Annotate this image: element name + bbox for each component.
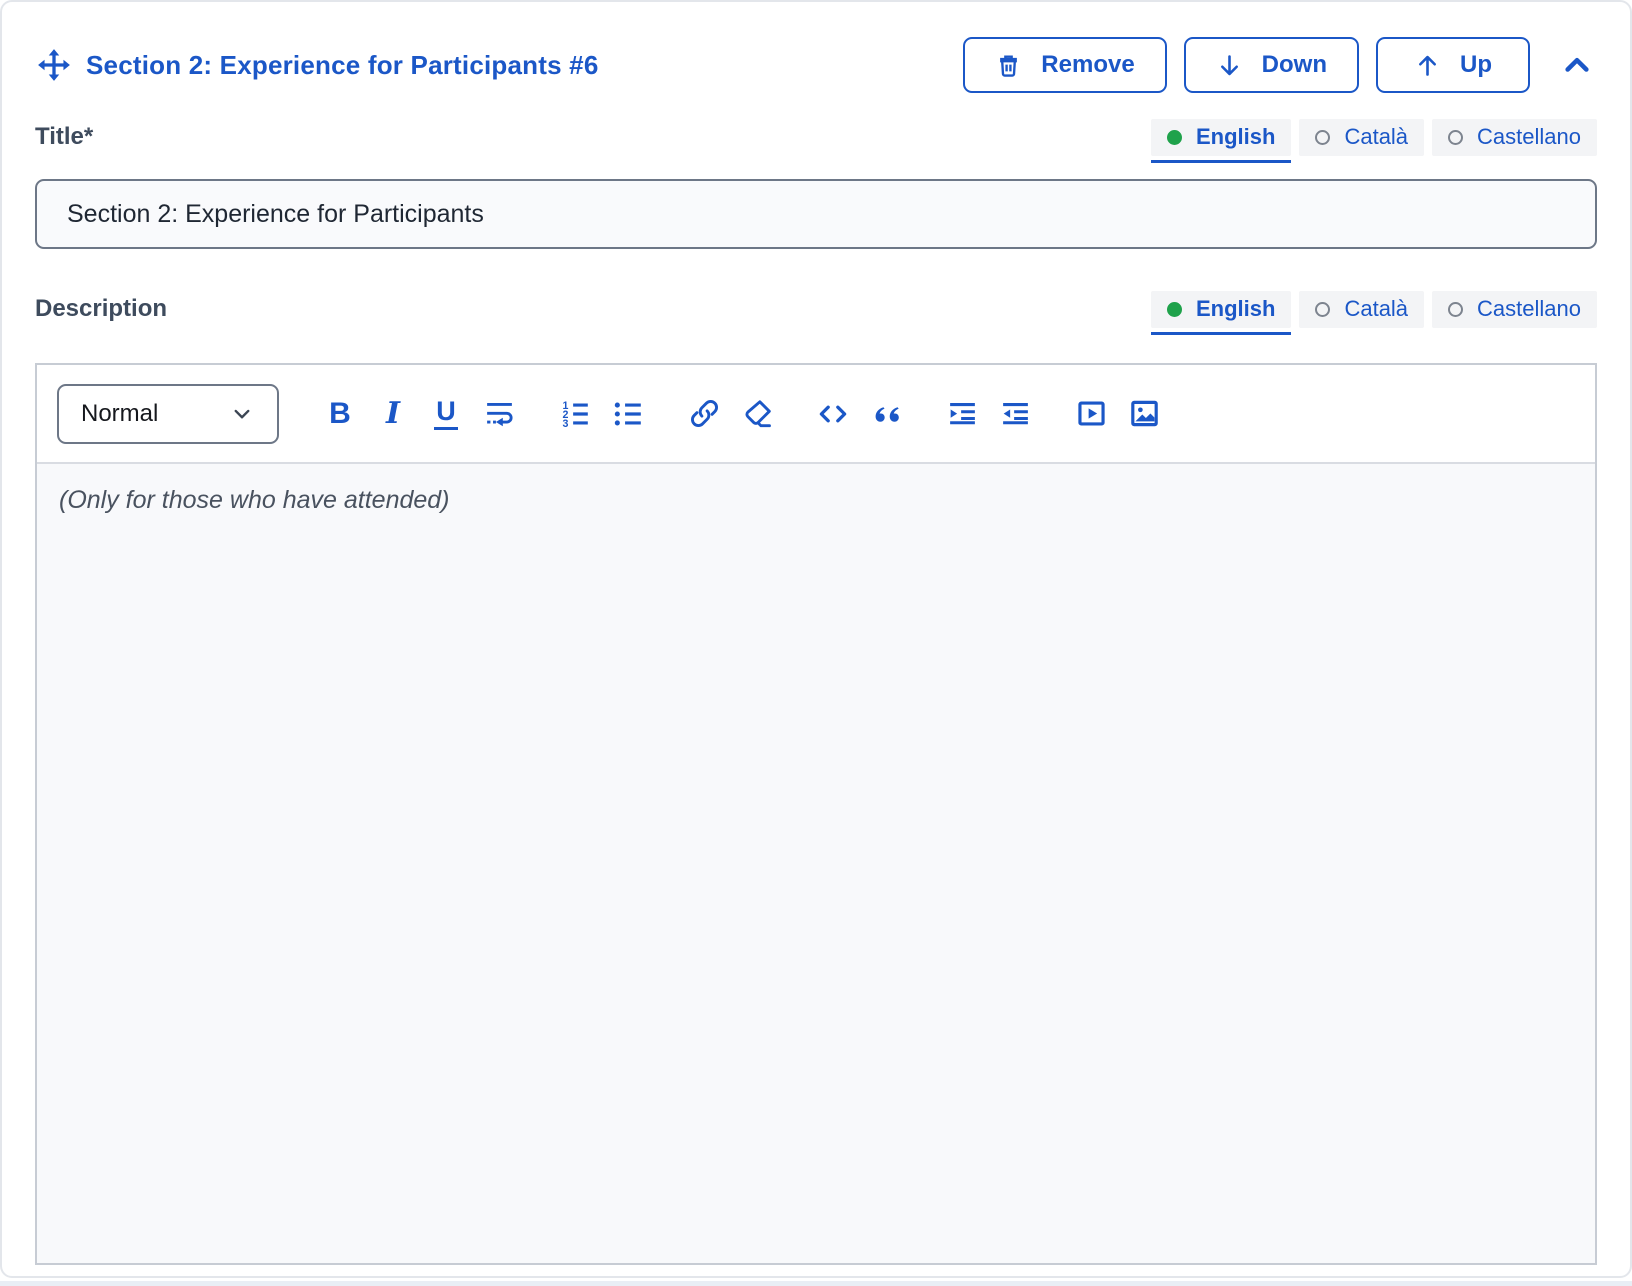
lang-tab-english-label: English xyxy=(1196,124,1275,150)
video-button[interactable] xyxy=(1072,394,1110,434)
eraser-button[interactable] xyxy=(738,394,776,434)
title-language-tabs: English Català Castellano xyxy=(1151,119,1597,156)
blockquote-button[interactable] xyxy=(867,394,905,434)
text-wrap-button[interactable] xyxy=(480,394,518,434)
paragraph-format-select[interactable]: Normal xyxy=(57,384,279,444)
remove-button-label: Remove xyxy=(1041,51,1134,79)
italic-icon: I xyxy=(386,396,400,431)
indent-increase-icon xyxy=(946,397,979,430)
indent-decrease-button[interactable] xyxy=(996,394,1034,434)
lang-tab-castellano-label: Castellano xyxy=(1477,124,1581,150)
underline-icon: U xyxy=(434,397,458,429)
svg-text:3: 3 xyxy=(562,417,568,429)
down-button[interactable]: Down xyxy=(1184,37,1359,93)
video-icon xyxy=(1075,397,1108,430)
up-button-label: Up xyxy=(1460,51,1492,79)
filled-dot-icon xyxy=(1167,302,1182,317)
text-wrap-icon xyxy=(483,397,516,430)
indent-increase-button[interactable] xyxy=(943,394,981,434)
description-editor-content[interactable]: (Only for those who have attended) xyxy=(37,464,1595,1263)
collapse-section-button[interactable] xyxy=(1557,45,1597,85)
title-input[interactable] xyxy=(35,179,1597,249)
lang-tab-english[interactable]: English xyxy=(1151,291,1291,328)
lang-tab-castellano[interactable]: Castellano xyxy=(1432,119,1597,156)
indent-decrease-icon xyxy=(999,397,1032,430)
lang-tab-catala-label: Català xyxy=(1344,296,1408,322)
title-label: Title* xyxy=(35,123,93,151)
next-section-edge xyxy=(0,1281,1632,1286)
code-icon xyxy=(816,397,850,431)
section-editor-card: Section 2: Experience for Participants #… xyxy=(0,0,1632,1278)
ordered-list-icon: 123 xyxy=(559,398,591,430)
lang-tab-castellano[interactable]: Castellano xyxy=(1432,291,1597,328)
lang-tab-english[interactable]: English xyxy=(1151,119,1291,156)
description-label: Description xyxy=(35,295,167,323)
empty-circle-icon xyxy=(1448,130,1463,145)
section-header-left: Section 2: Experience for Participants #… xyxy=(35,46,599,84)
link-icon xyxy=(688,397,721,430)
lang-tab-castellano-label: Castellano xyxy=(1477,296,1581,322)
code-button[interactable] xyxy=(814,394,852,434)
description-text: (Only for those who have attended) xyxy=(59,486,1573,515)
move-icon[interactable] xyxy=(35,46,73,84)
remove-button[interactable]: Remove xyxy=(963,37,1166,93)
title-field-row: Title* English Català Castellano xyxy=(35,117,1597,157)
empty-circle-icon xyxy=(1448,302,1463,317)
empty-circle-icon xyxy=(1315,130,1330,145)
underline-button[interactable]: U xyxy=(427,394,465,434)
description-field-row: Description English Català Castellano xyxy=(35,289,1597,329)
up-button[interactable]: Up xyxy=(1376,37,1530,93)
description-language-tabs: English Català Castellano xyxy=(1151,291,1597,328)
lang-tab-catala[interactable]: Català xyxy=(1299,291,1424,328)
down-button-label: Down xyxy=(1262,51,1327,79)
trash-icon xyxy=(995,52,1022,79)
arrow-up-icon xyxy=(1414,52,1441,79)
bullet-list-button[interactable] xyxy=(609,394,647,434)
editor-toolbar: Normal B I U xyxy=(37,365,1595,464)
link-button[interactable] xyxy=(685,394,723,434)
eraser-icon xyxy=(741,397,774,430)
arrow-down-icon xyxy=(1216,52,1243,79)
section-actions: Remove Down Up xyxy=(963,37,1597,93)
image-icon xyxy=(1128,397,1161,430)
section-title: Section 2: Experience for Participants #… xyxy=(86,50,599,81)
chevron-up-icon xyxy=(1560,48,1594,82)
lang-tab-english-label: English xyxy=(1196,296,1275,322)
bold-icon: B xyxy=(329,397,351,431)
chevron-down-icon xyxy=(229,401,255,427)
lang-tab-catala-label: Català xyxy=(1344,124,1408,150)
section-header: Section 2: Experience for Participants #… xyxy=(35,36,1597,94)
description-rich-text-editor: Normal B I U xyxy=(35,363,1597,1265)
image-button[interactable] xyxy=(1125,394,1163,434)
bold-button[interactable]: B xyxy=(321,394,359,434)
lang-tab-catala[interactable]: Català xyxy=(1299,119,1424,156)
empty-circle-icon xyxy=(1315,302,1330,317)
italic-button[interactable]: I xyxy=(374,394,412,434)
bullet-list-icon xyxy=(612,398,644,430)
paragraph-format-value: Normal xyxy=(81,400,158,428)
filled-dot-icon xyxy=(1167,130,1182,145)
blockquote-icon xyxy=(870,398,902,430)
ordered-list-button[interactable]: 123 xyxy=(556,394,594,434)
